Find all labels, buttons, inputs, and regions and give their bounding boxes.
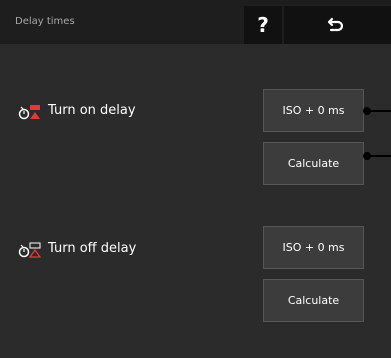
- return-arrow-icon: [327, 17, 344, 32]
- turn-on-calculate-button[interactable]: Calculate: [263, 142, 364, 185]
- turn-off-delay-icon: [18, 242, 42, 258]
- turn-on-delay-label: Turn on delay: [48, 103, 136, 118]
- turn-on-value-connector: [363, 107, 391, 115]
- turn-on-calculate-connector: [363, 152, 391, 160]
- header-bar: Delay times ?: [0, 0, 391, 44]
- turn-off-delay-label: Turn off delay: [48, 241, 137, 256]
- turn-off-calculate-button[interactable]: Calculate: [263, 279, 364, 322]
- turn-on-delay-value-button[interactable]: ISO + 0 ms: [263, 89, 364, 132]
- back-button[interactable]: [284, 6, 391, 44]
- turn-on-delay-icon: [18, 105, 40, 120]
- help-button[interactable]: ?: [244, 6, 282, 44]
- turn-off-delay-value-button[interactable]: ISO + 0 ms: [263, 226, 364, 269]
- page-title: Delay times: [15, 16, 75, 27]
